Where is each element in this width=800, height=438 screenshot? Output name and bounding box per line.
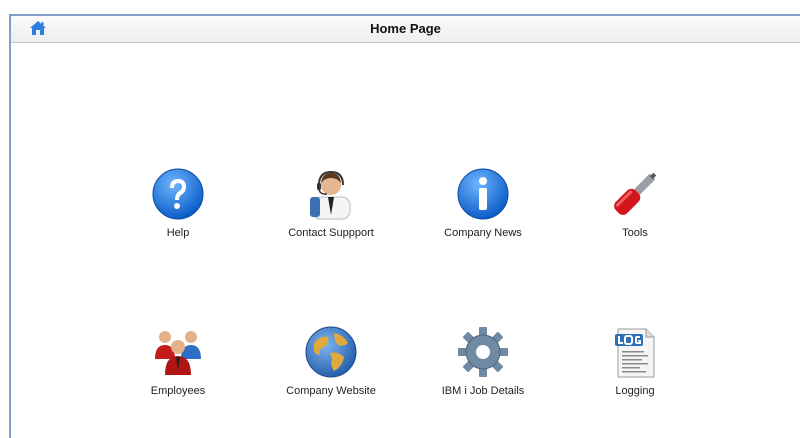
- log-file-icon: [615, 328, 655, 378]
- tile-logging[interactable]: Logging: [560, 325, 710, 415]
- tile-label: Tools: [622, 227, 648, 239]
- tile-label: Help: [166, 227, 190, 239]
- tile-tools[interactable]: Tools: [560, 167, 710, 257]
- tile-company-website[interactable]: Company Website: [256, 325, 406, 415]
- tile-ibm-i-job-details[interactable]: IBM i Job Details: [408, 325, 558, 415]
- gear-icon: [458, 327, 508, 377]
- info-icon: [457, 168, 509, 220]
- tile-label: Company News: [444, 227, 522, 239]
- tile-label: Company Website: [286, 385, 376, 397]
- tile-label: Contact Suppport: [288, 227, 374, 239]
- tile-label: Employees: [150, 385, 206, 397]
- support-agent-icon: [310, 170, 351, 220]
- tile-label: Logging: [615, 385, 655, 397]
- help-icon: [152, 168, 204, 220]
- globe-icon: [305, 326, 357, 378]
- screwdriver-icon: [614, 172, 657, 215]
- top-navigation-bar: Home Page: [11, 16, 800, 43]
- tile-company-news[interactable]: Company News: [408, 167, 558, 257]
- employees-icon: [155, 331, 201, 375]
- tile-contact-support[interactable]: Contact Suppport: [256, 167, 406, 257]
- page-title: Home Page: [370, 21, 441, 36]
- tile-employees[interactable]: Employees: [103, 325, 253, 415]
- tile-label: IBM i Job Details: [441, 385, 525, 397]
- tile-help[interactable]: Help: [103, 167, 253, 257]
